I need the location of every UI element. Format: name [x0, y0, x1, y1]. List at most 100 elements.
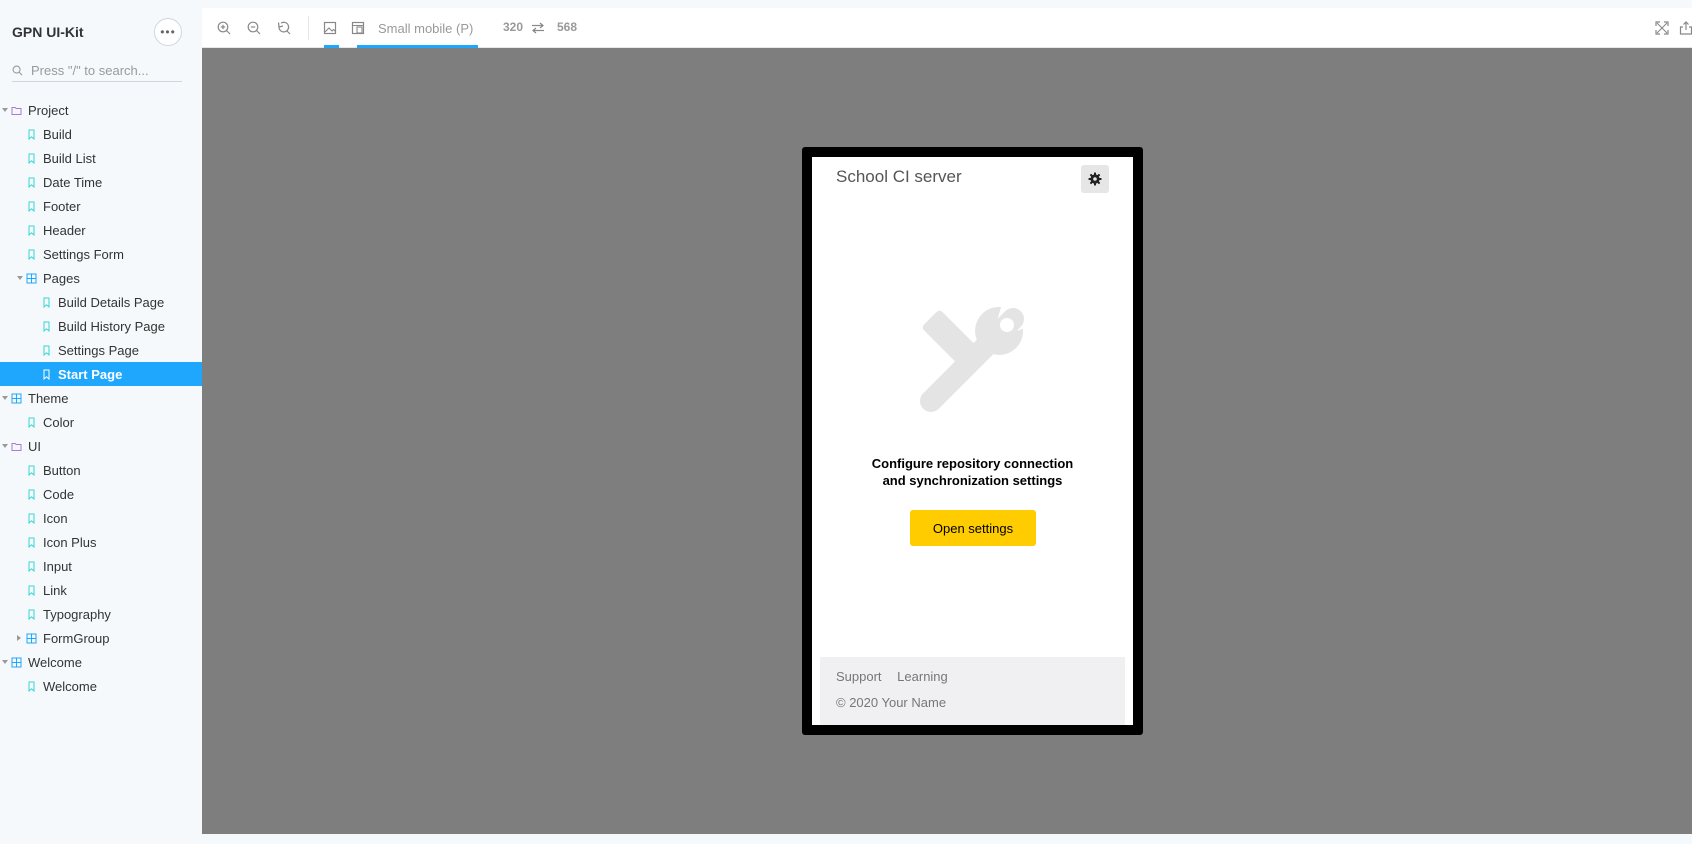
sidebar-item-label: Build Details Page	[58, 294, 165, 310]
message-line-1: Configure repository connection	[871, 456, 1074, 471]
sidebar-item-label: Icon Plus	[43, 534, 97, 550]
sidebar-item-typography[interactable]: Typography	[0, 602, 202, 626]
app-title: School CI server	[836, 167, 962, 186]
component-icon	[11, 393, 22, 404]
fullscreen-icon[interactable]	[1654, 20, 1670, 36]
chevron-down-icon[interactable]	[2, 444, 8, 448]
open-settings-button[interactable]: Open settings	[910, 510, 1036, 546]
sidebar-item-date-time[interactable]: Date Time	[0, 170, 202, 194]
sidebar-item-label: UI	[28, 438, 41, 454]
bookmark-icon	[26, 561, 37, 572]
bookmark-icon	[26, 465, 37, 476]
viewport-icon[interactable]	[350, 20, 366, 36]
message-line-2: and synchronization settings	[882, 473, 1063, 488]
sidebar-item-label: Build History Page	[58, 318, 165, 334]
settings-button[interactable]	[1081, 165, 1109, 193]
device-frame: School CI server Configure repository co…	[802, 147, 1143, 735]
sidebar-item-label: Settings Form	[43, 246, 124, 262]
sidebar-item-label: Date Time	[43, 174, 103, 190]
zoom-reset-icon[interactable]	[276, 20, 292, 36]
bookmark-icon	[26, 513, 37, 524]
sidebar-item-pages[interactable]: Pages	[0, 266, 202, 290]
brand-title[interactable]: GPN UI-Kit	[12, 24, 84, 40]
sidebar-item-icon-plus[interactable]: Icon Plus	[0, 530, 202, 554]
toolbar: Small mobile (P) 320 568	[202, 8, 1692, 48]
toolbar-divider	[308, 16, 309, 40]
viewport-select[interactable]: Small mobile (P)	[378, 21, 473, 36]
sidebar: GPN UI-Kit ••• Project Build Build List Dat…	[0, 0, 202, 844]
viewport-height[interactable]: 568	[557, 20, 577, 34]
chevron-down-icon[interactable]	[2, 108, 8, 112]
sidebar-item-settings-page[interactable]: Settings Page	[0, 338, 202, 362]
bookmark-icon	[26, 417, 37, 428]
sidebar-item-footer[interactable]: Footer	[0, 194, 202, 218]
empty-state-message: Configure repository connection and sync…	[812, 455, 1133, 489]
bookmark-icon	[41, 369, 52, 380]
sidebar-item-settings-form[interactable]: Settings Form	[0, 242, 202, 266]
sidebar-item-label: Start Page	[58, 366, 123, 382]
viewport-width[interactable]: 320	[503, 20, 523, 34]
share-icon[interactable]	[1678, 20, 1692, 36]
sidebar-item-welcome[interactable]: Welcome	[0, 674, 202, 698]
sidebar-item-label: Header	[43, 222, 86, 238]
folder-icon	[11, 441, 22, 452]
sidebar-item-code[interactable]: Code	[0, 482, 202, 506]
bookmark-icon	[26, 609, 37, 620]
bookmark-icon	[26, 177, 37, 188]
search-icon	[12, 65, 23, 76]
bookmark-icon	[26, 585, 37, 596]
swap-icon[interactable]	[530, 20, 546, 36]
background-icon[interactable]	[322, 20, 338, 36]
preview-screen: School CI server Configure repository co…	[812, 157, 1133, 725]
sidebar-item-build-details-page[interactable]: Build Details Page	[0, 290, 202, 314]
sidebar-item-theme[interactable]: Theme	[0, 386, 202, 410]
sidebar-item-formgroup[interactable]: FormGroup	[0, 626, 202, 650]
sidebar-item-build-list[interactable]: Build List	[0, 146, 202, 170]
sidebar-item-build-history-page[interactable]: Build History Page	[0, 314, 202, 338]
footer-link-learning[interactable]: Learning	[897, 669, 948, 684]
chevron-down-icon[interactable]	[17, 276, 23, 280]
bookmark-icon	[41, 297, 52, 308]
sidebar-item-label: Build List	[43, 150, 96, 166]
sidebar-item-label: FormGroup	[43, 630, 110, 646]
sidebar-item-welcome[interactable]: Welcome	[0, 650, 202, 674]
sidebar-item-build[interactable]: Build	[0, 122, 202, 146]
sidebar-item-label: Code	[43, 486, 75, 502]
bookmark-icon	[26, 225, 37, 236]
zoom-in-icon[interactable]	[216, 20, 232, 36]
search-bar	[12, 60, 182, 82]
bookmark-icon	[41, 345, 52, 356]
footer-links: Support Learning	[836, 669, 960, 684]
sidebar-item-label: Build	[43, 126, 72, 142]
chevron-right-icon[interactable]	[17, 635, 21, 641]
sidebar-item-ui[interactable]: UI	[0, 434, 202, 458]
sidebar-item-label: Welcome	[28, 654, 82, 670]
sidebar-item-label: Link	[43, 582, 67, 598]
sidebar-item-label: Settings Page	[58, 342, 139, 358]
chevron-down-icon[interactable]	[2, 660, 8, 664]
sidebar-item-label: Welcome	[43, 678, 97, 694]
chevron-down-icon[interactable]	[2, 396, 8, 400]
sidebar-item-link[interactable]: Link	[0, 578, 202, 602]
folder-icon	[11, 105, 22, 116]
sidebar-item-label: Typography	[43, 606, 111, 622]
sidebar-item-color[interactable]: Color	[0, 410, 202, 434]
sidebar-item-label: Footer	[43, 198, 81, 214]
bookmark-icon	[26, 249, 37, 260]
footer-link-support[interactable]: Support	[836, 669, 882, 684]
sidebar-item-icon[interactable]: Icon	[0, 506, 202, 530]
sidebar-item-header[interactable]: Header	[0, 218, 202, 242]
component-icon	[26, 633, 37, 644]
sidebar-item-start-page[interactable]: Start Page	[0, 362, 202, 386]
sidebar-item-label: Input	[43, 558, 72, 574]
zoom-out-icon[interactable]	[246, 20, 262, 36]
component-icon	[11, 657, 22, 668]
preview-footer: Support Learning © 2020 Your Name	[820, 657, 1125, 725]
bookmark-icon	[26, 681, 37, 692]
sidebar-item-project[interactable]: Project	[0, 98, 202, 122]
sidebar-item-input[interactable]: Input	[0, 554, 202, 578]
sidebar-item-button[interactable]: Button	[0, 458, 202, 482]
search-input[interactable]	[31, 63, 171, 78]
bookmark-icon	[26, 201, 37, 212]
sidebar-menu-button[interactable]: •••	[154, 18, 182, 46]
